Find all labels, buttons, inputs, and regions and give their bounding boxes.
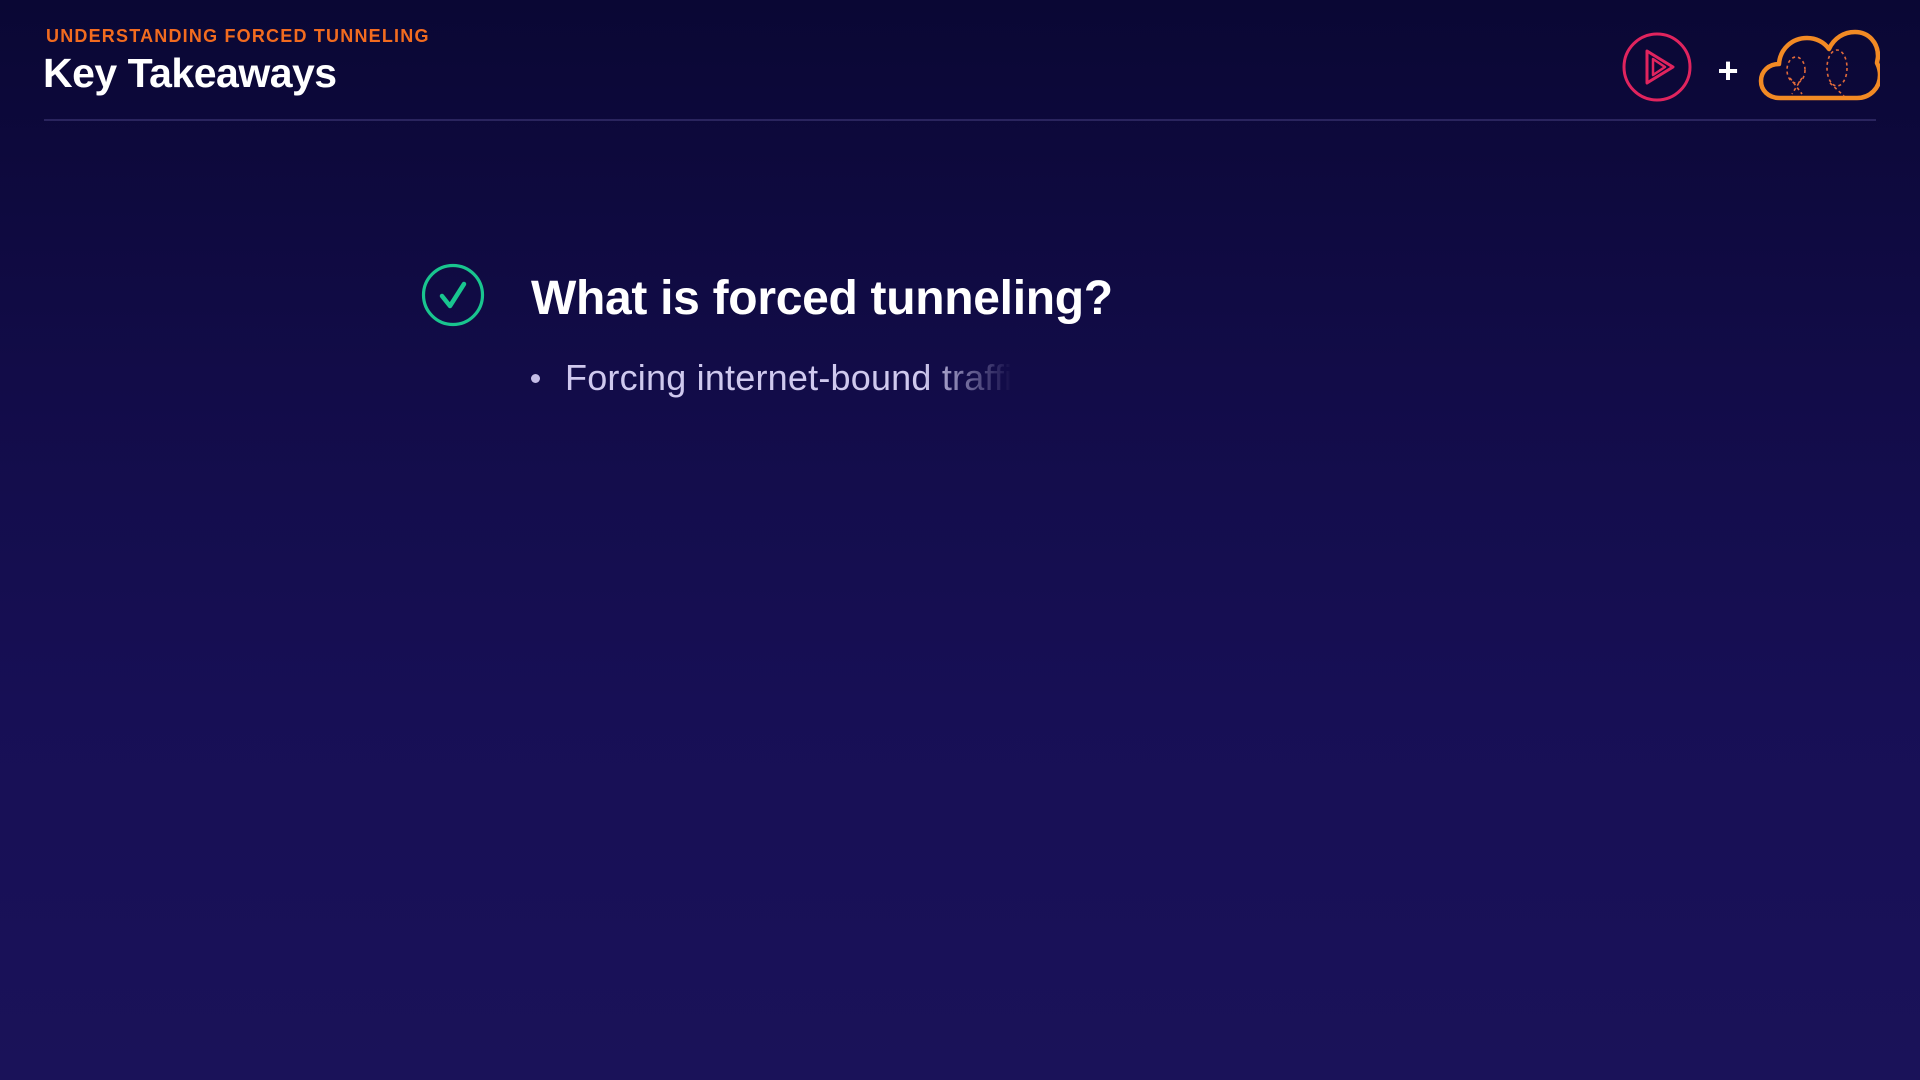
logo-separator: + (1717, 50, 1739, 91)
section-eyebrow: UNDERSTANDING FORCED TUNNELING (46, 26, 430, 46)
bullet-text: Forcing internet-bound traffi (565, 357, 1013, 398)
play-icon (1622, 32, 1692, 102)
cloud-icon (1758, 29, 1880, 101)
takeaway-heading: What is forced tunneling? (531, 272, 1113, 325)
header-divider (44, 119, 1876, 121)
takeaway-item: What is forced tunneling? Forcing intern… (421, 263, 1521, 413)
check-circle-icon (421, 263, 485, 327)
page-title: Key Takeaways (43, 50, 337, 96)
slide-header: UNDERSTANDING FORCED TUNNELING Key Takea… (0, 0, 1920, 122)
bullet-dot (531, 373, 540, 383)
bullet-item: Forcing internet-bound traffi (531, 353, 1012, 403)
